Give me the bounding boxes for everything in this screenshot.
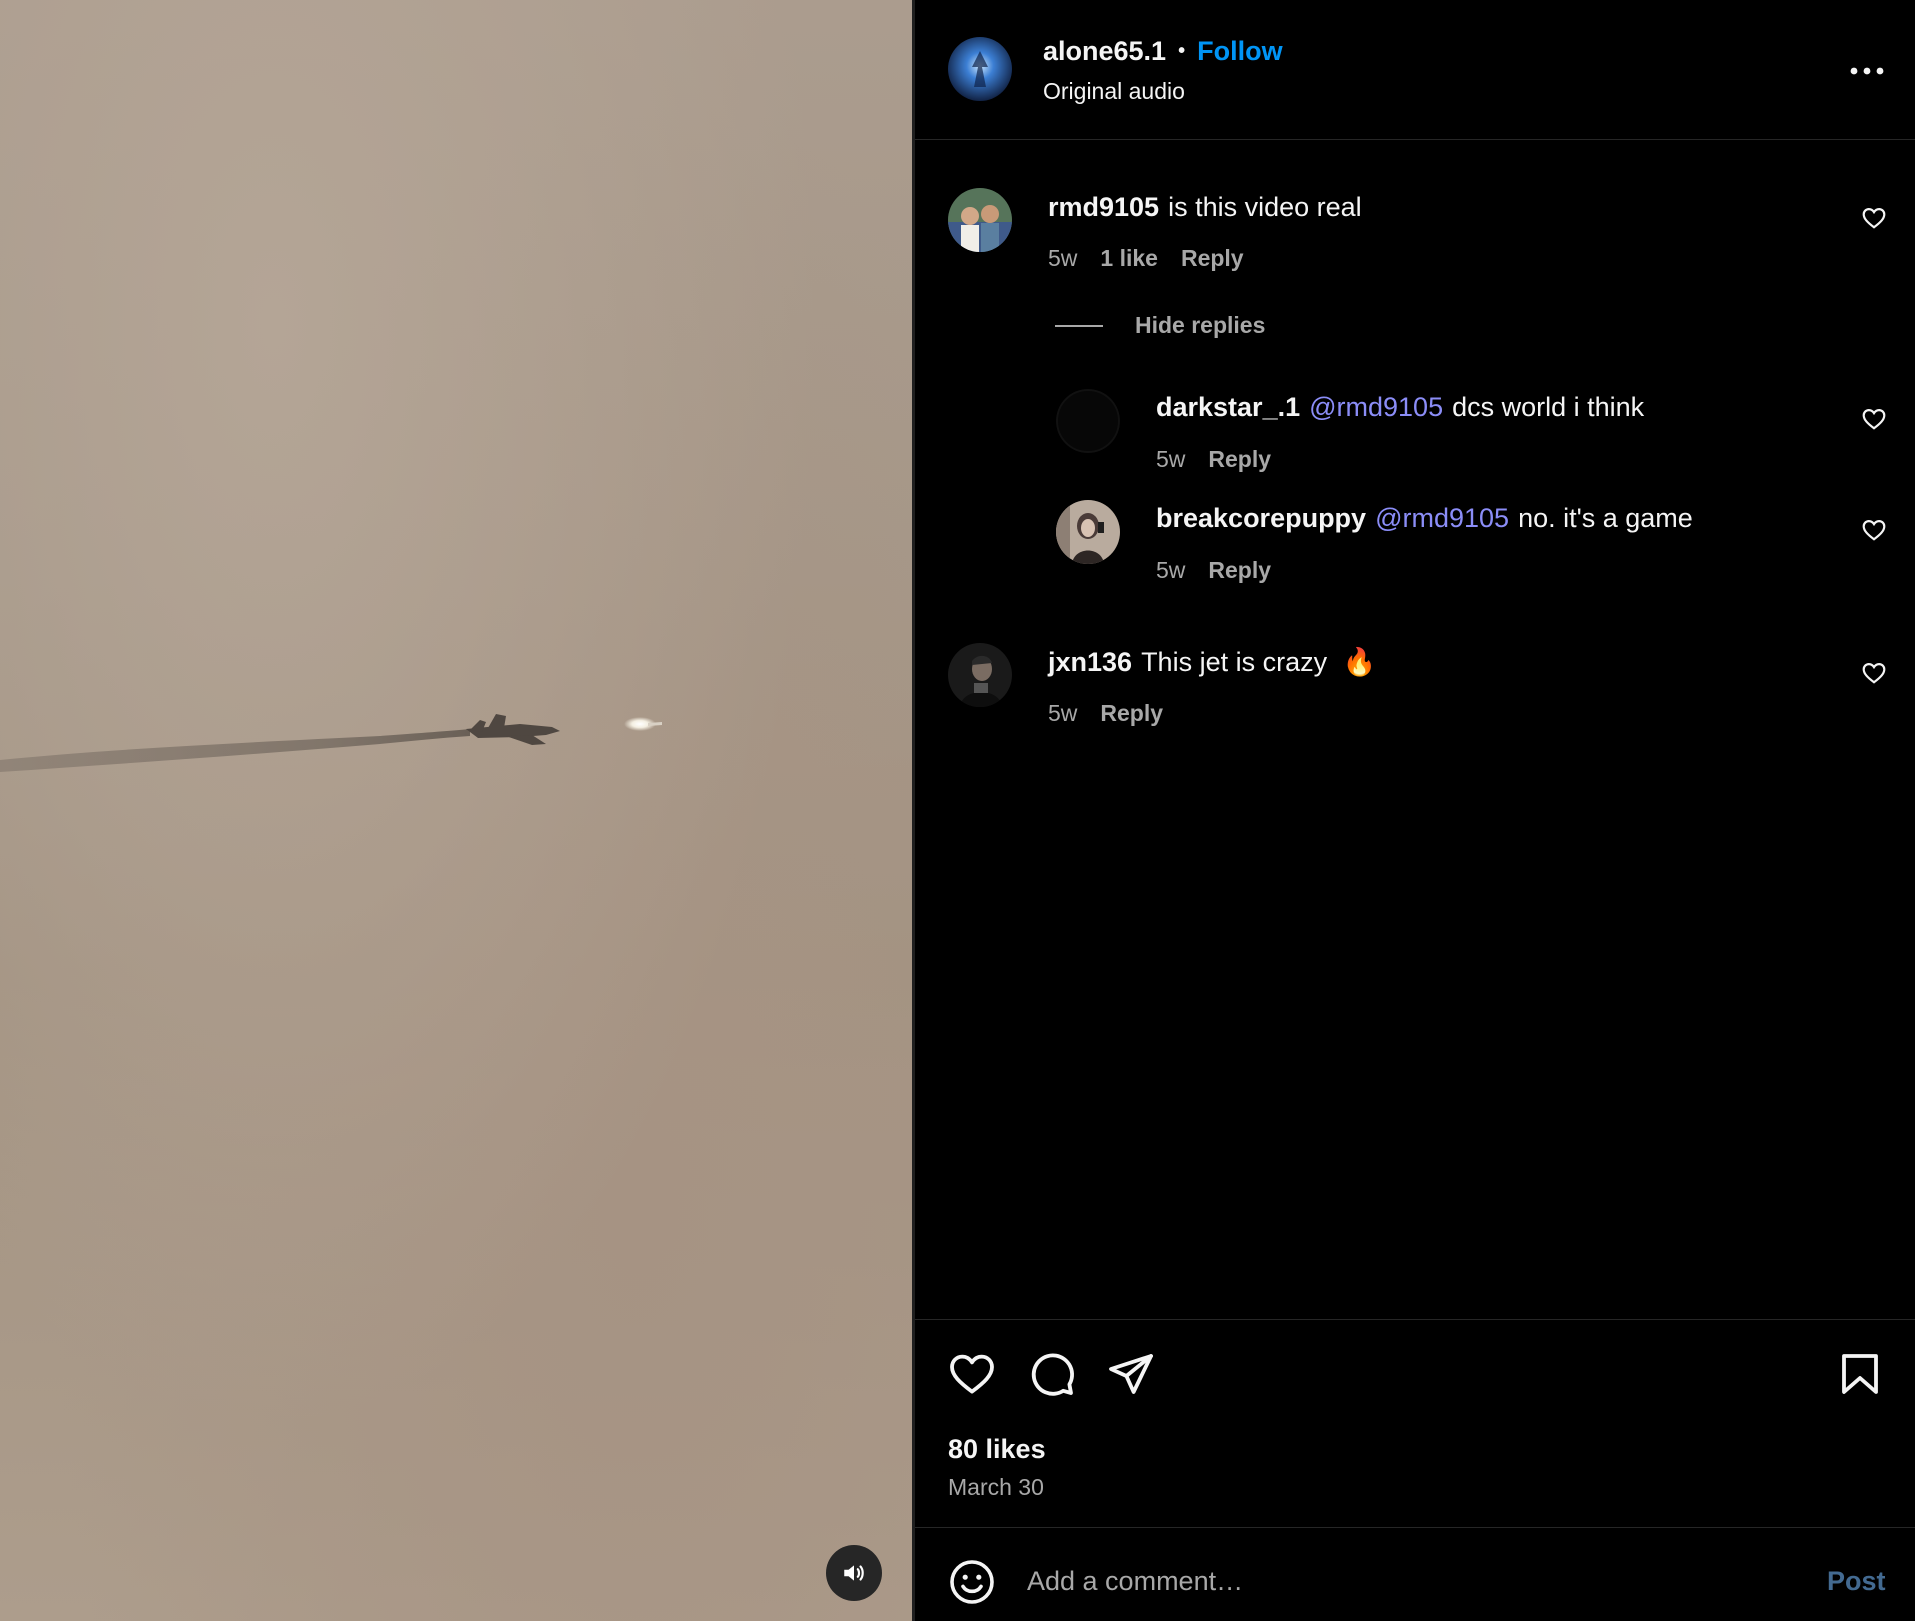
reply-button[interactable]: Reply <box>1208 557 1271 584</box>
smoke-trail <box>0 729 470 772</box>
reply-mention[interactable]: @rmd9105 <box>1375 503 1509 533</box>
post-button[interactable]: Post <box>1827 1566 1886 1597</box>
reply-username[interactable]: darkstar_.1 <box>1156 392 1300 422</box>
jet-silhouette <box>466 714 560 745</box>
bookmark-icon[interactable] <box>1836 1350 1884 1398</box>
reply-text: dcs world i think <box>1452 392 1645 422</box>
reply-text-line: darkstar_.1 @rmd9105 dcs world i think <box>1156 392 1644 423</box>
comment-meta: 5w Reply <box>1048 700 1163 727</box>
comment-text: This jet is crazy <box>1141 647 1328 677</box>
post-header: alone65.1 • Follow Original audio <box>915 0 1915 140</box>
video-player[interactable] <box>0 0 912 1621</box>
reply-meta: 5w Reply <box>1156 557 1271 584</box>
reply-meta: 5w Reply <box>1156 446 1271 473</box>
replier-avatar[interactable] <box>1056 389 1120 453</box>
fire-emoji: 🔥 <box>1342 647 1377 677</box>
comment-text: is this video real <box>1168 192 1362 222</box>
comment-username[interactable]: jxn136 <box>1048 647 1132 677</box>
comment-time[interactable]: 5w <box>1048 245 1077 272</box>
author-avatar[interactable] <box>948 37 1012 101</box>
video-frame <box>0 714 662 772</box>
comment-like-heart-icon[interactable] <box>1861 205 1887 231</box>
comment-composer: Post <box>915 1527 1915 1621</box>
commenter-avatar[interactable] <box>948 188 1012 252</box>
audio-label[interactable]: Original audio <box>1043 78 1185 105</box>
smiley-icon[interactable] <box>948 1558 996 1606</box>
comment-text-line: rmd9105 is this video real <box>1048 192 1362 223</box>
hide-replies-toggle[interactable]: Hide replies <box>1055 312 1265 339</box>
reply-time[interactable]: 5w <box>1156 446 1185 473</box>
reply-text: no. it's a game <box>1518 503 1693 533</box>
comment-likes[interactable]: 1 like <box>1100 245 1158 272</box>
reply-like-heart-icon[interactable] <box>1861 406 1887 432</box>
reply-username[interactable]: breakcorepuppy <box>1156 503 1366 533</box>
author-line: alone65.1 • Follow <box>1043 36 1283 67</box>
speaker-icon <box>844 1565 864 1581</box>
separator-dot: • <box>1178 40 1186 62</box>
likes-count[interactable]: 80 likes <box>948 1434 1046 1465</box>
comment-input[interactable] <box>1027 1556 1727 1606</box>
reply-button[interactable]: Reply <box>1100 700 1163 727</box>
comment-time[interactable]: 5w <box>1048 700 1077 727</box>
hide-replies-label: Hide replies <box>1135 312 1266 338</box>
comment-text-line: jxn136 This jet is crazy 🔥 <box>1048 646 1376 678</box>
mute-toggle-button[interactable] <box>826 1545 882 1601</box>
reply-time[interactable]: 5w <box>1156 557 1185 584</box>
reply-button[interactable]: Reply <box>1208 446 1271 473</box>
replier-avatar[interactable] <box>1056 500 1120 564</box>
reply-text-line: breakcorepuppy @rmd9105 no. it's a game <box>1156 503 1693 534</box>
post-panel: alone65.1 • Follow Original audio rmd910… <box>915 0 1915 1621</box>
commenter-avatar[interactable] <box>948 643 1012 707</box>
post-actions: 80 likes March 30 <box>915 1319 1915 1527</box>
author-username[interactable]: alone65.1 <box>1043 36 1166 67</box>
reply-mention[interactable]: @rmd9105 <box>1309 392 1443 422</box>
reply-button[interactable]: Reply <box>1181 245 1244 272</box>
paper-plane-icon[interactable] <box>1107 1350 1155 1398</box>
follow-button[interactable]: Follow <box>1197 36 1282 67</box>
post-date[interactable]: March 30 <box>948 1474 1044 1501</box>
comment-like-heart-icon[interactable] <box>1861 660 1887 686</box>
heart-icon[interactable] <box>948 1350 996 1398</box>
reply-like-heart-icon[interactable] <box>1861 517 1887 543</box>
replies-line <box>1055 324 1103 327</box>
more-horizontal-icon <box>1850 67 1884 75</box>
comment-username[interactable]: rmd9105 <box>1048 192 1159 222</box>
more-options-button[interactable] <box>1842 56 1892 86</box>
comment-bubble-icon[interactable] <box>1028 1350 1076 1398</box>
comment-meta: 5w 1 like Reply <box>1048 245 1244 272</box>
